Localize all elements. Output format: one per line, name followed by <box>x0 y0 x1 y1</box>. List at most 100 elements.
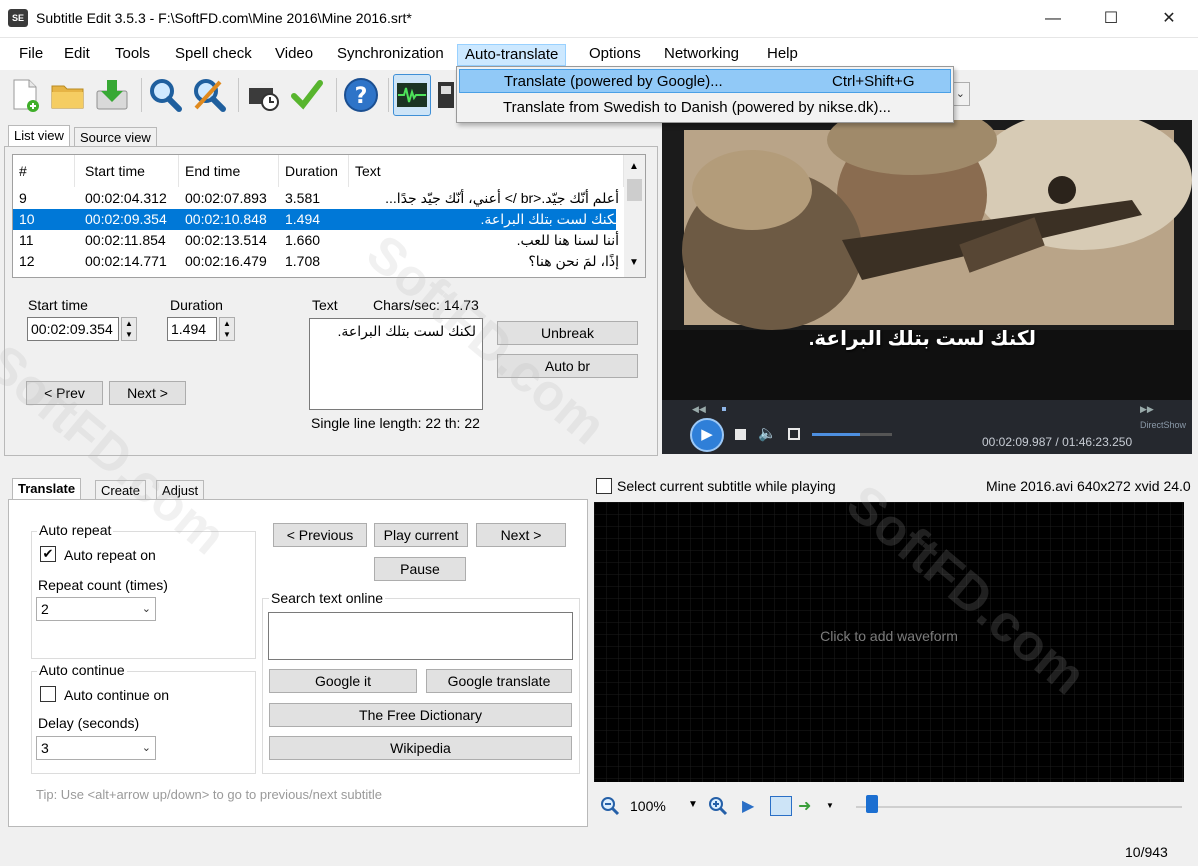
table-cell: إذًا، لمَ نحن هنا؟ <box>528 253 619 269</box>
google-translate-button[interactable]: Google translate <box>426 669 572 693</box>
video-toggle-icon[interactable] <box>435 74 457 116</box>
scroll-down-icon[interactable]: ▼ <box>629 257 639 268</box>
auto-br-button[interactable]: Auto br <box>497 354 638 378</box>
menu-video[interactable]: Video <box>268 44 320 66</box>
select-current-checkbox[interactable] <box>596 478 612 494</box>
column-header-number[interactable]: # <box>13 155 75 187</box>
waveform-panel[interactable]: Click to add waveform <box>594 502 1184 782</box>
auto-repeat-checkbox[interactable]: ✔ <box>40 546 56 562</box>
menu-synchronization[interactable]: Synchronization <box>330 44 451 66</box>
start-time-input[interactable]: 00:02:09.354 <box>27 317 119 341</box>
scroll-up-icon[interactable]: ▲ <box>629 161 639 172</box>
menu-item-translate-swedish-danish[interactable]: Translate from Swedish to Danish (powere… <box>459 96 951 120</box>
menu-edit[interactable]: Edit <box>57 44 97 66</box>
table-cell: 3.581 <box>285 190 321 206</box>
save-icon[interactable] <box>93 74 131 116</box>
wikipedia-button[interactable]: Wikipedia <box>269 736 572 760</box>
menu-tools[interactable]: Tools <box>108 44 157 66</box>
start-time-spinner[interactable]: ▲ ▼ <box>121 317 137 341</box>
zoom-in-icon[interactable] <box>708 796 728 816</box>
replace-icon[interactable] <box>190 74 228 116</box>
shortcut-label: Ctrl+Shift+G <box>832 73 915 90</box>
free-dictionary-button[interactable]: The Free Dictionary <box>269 703 572 727</box>
minimize-button[interactable]: — <box>1024 0 1082 38</box>
tab-list-view[interactable]: List view <box>8 125 70 147</box>
duration-spinner[interactable]: ▲ ▼ <box>219 317 235 341</box>
video-player[interactable]: لكنك لست بتلك البراعة. <box>662 120 1192 400</box>
list-scrollbar[interactable]: ▲ ▼ <box>624 155 645 277</box>
translate-next-button[interactable]: Next > <box>476 523 566 547</box>
tab-create[interactable]: Create <box>95 480 147 500</box>
duration-input[interactable]: 1.494 <box>167 317 217 341</box>
waveform-play-icon[interactable]: ▶ <box>742 796 754 816</box>
chevron-down-icon: ⌄ <box>141 742 151 754</box>
menu-auto-translate[interactable]: Auto-translate <box>457 44 567 66</box>
menu-help[interactable]: Help <box>760 44 805 66</box>
column-header-start[interactable]: Start time <box>79 155 179 187</box>
volume-slider[interactable] <box>812 433 892 436</box>
waveform-position-slider[interactable] <box>856 795 1182 813</box>
table-row[interactable]: 11 00:02:11.854 00:02:13.514 1.660 أننا لسنا… <box>13 230 619 251</box>
waveform-forward-icon[interactable]: ➜ <box>798 796 811 816</box>
find-icon[interactable] <box>146 74 184 116</box>
menu-item-translate-google[interactable]: Translate (powered by Google)... Ctrl+Sh… <box>459 69 951 93</box>
menu-file[interactable]: File <box>12 44 50 66</box>
seek-thumb[interactable] <box>722 407 726 411</box>
visual-sync-icon[interactable] <box>244 74 282 116</box>
fast-forward-icon[interactable]: ▶▶ <box>1140 404 1154 415</box>
menu-spell-check[interactable]: Spell check <box>168 44 259 66</box>
video-info-label: Mine 2016.avi 640x272 xvid 24.0 <box>986 478 1191 494</box>
unbreak-button[interactable]: Unbreak <box>497 321 638 345</box>
table-cell: 10 <box>19 211 35 227</box>
slider-thumb[interactable] <box>865 795 878 813</box>
zoom-level[interactable]: 100% <box>630 798 666 814</box>
rewind-icon[interactable]: ◀◀ <box>692 404 706 415</box>
column-header-end[interactable]: End time <box>179 155 279 187</box>
stop-icon[interactable] <box>735 429 746 440</box>
scroll-thumb[interactable] <box>627 179 642 201</box>
video-frame <box>662 120 1192 400</box>
column-header-text[interactable]: Text <box>349 155 624 187</box>
close-button[interactable]: ✕ <box>1140 0 1198 38</box>
menu-networking[interactable]: Networking <box>657 44 746 66</box>
waveform-grid-icon[interactable] <box>770 796 792 816</box>
video-subtitle-overlay: لكنك لست بتلك البراعة. <box>808 328 1036 350</box>
subtitle-text-box[interactable]: لكنك لست بتلك البراعة. <box>309 318 483 410</box>
repeat-count-select[interactable]: 2 ⌄ <box>36 597 156 621</box>
previous-button[interactable]: < Previous <box>273 523 367 547</box>
prev-button[interactable]: < Prev <box>26 381 103 405</box>
menu-options[interactable]: Options <box>582 44 648 66</box>
pause-button[interactable]: Pause <box>374 557 466 581</box>
search-text-input[interactable] <box>268 612 573 660</box>
tab-adjust[interactable]: Adjust <box>156 480 205 500</box>
auto-translate-menu: Translate (powered by Google)... Ctrl+Sh… <box>456 66 954 123</box>
maximize-button[interactable]: ☐ <box>1082 0 1140 38</box>
forward-dropdown-icon[interactable]: ▼ <box>826 801 834 810</box>
zoom-dropdown-icon[interactable]: ▼ <box>688 799 698 810</box>
play-icon[interactable]: ▶ <box>690 418 724 452</box>
repeat-count-label: Repeat count (times) <box>38 577 168 593</box>
fullscreen-icon[interactable] <box>788 428 800 440</box>
waveform-toggle-icon[interactable] <box>393 74 431 116</box>
help-icon[interactable]: ? <box>342 74 380 116</box>
open-folder-icon[interactable] <box>49 74 87 116</box>
tab-source-view[interactable]: Source view <box>74 127 157 147</box>
zoom-out-icon[interactable] <box>600 796 620 816</box>
auto-continue-checkbox[interactable] <box>40 686 56 702</box>
new-file-icon[interactable] <box>6 74 44 116</box>
google-it-button[interactable]: Google it <box>269 669 417 693</box>
table-row[interactable]: 10 00:02:09.354 00:02:10.848 1.494 لكنك لست … <box>13 209 619 230</box>
volume-icon[interactable]: 🔈 <box>758 424 777 442</box>
delay-select[interactable]: 3 ⌄ <box>36 736 156 760</box>
table-row[interactable]: 9 00:02:04.312 00:02:07.893 3.581 أعلم أنّك … <box>13 188 619 209</box>
subtitle-list[interactable]: # Start time End time Duration Text 9 00:… <box>12 154 646 278</box>
play-current-button[interactable]: Play current <box>374 523 468 547</box>
tab-translate[interactable]: Translate <box>12 478 82 500</box>
next-button[interactable]: Next > <box>109 381 186 405</box>
table-cell: 9 <box>19 190 27 206</box>
svg-text:?: ? <box>355 84 368 109</box>
spell-check-icon[interactable] <box>288 74 326 116</box>
column-header-duration[interactable]: Duration <box>279 155 349 187</box>
table-row[interactable]: 12 00:02:14.771 00:02:16.479 1.708 إذًا، لمَ… <box>13 251 619 272</box>
table-cell: 00:02:13.514 <box>185 232 267 248</box>
